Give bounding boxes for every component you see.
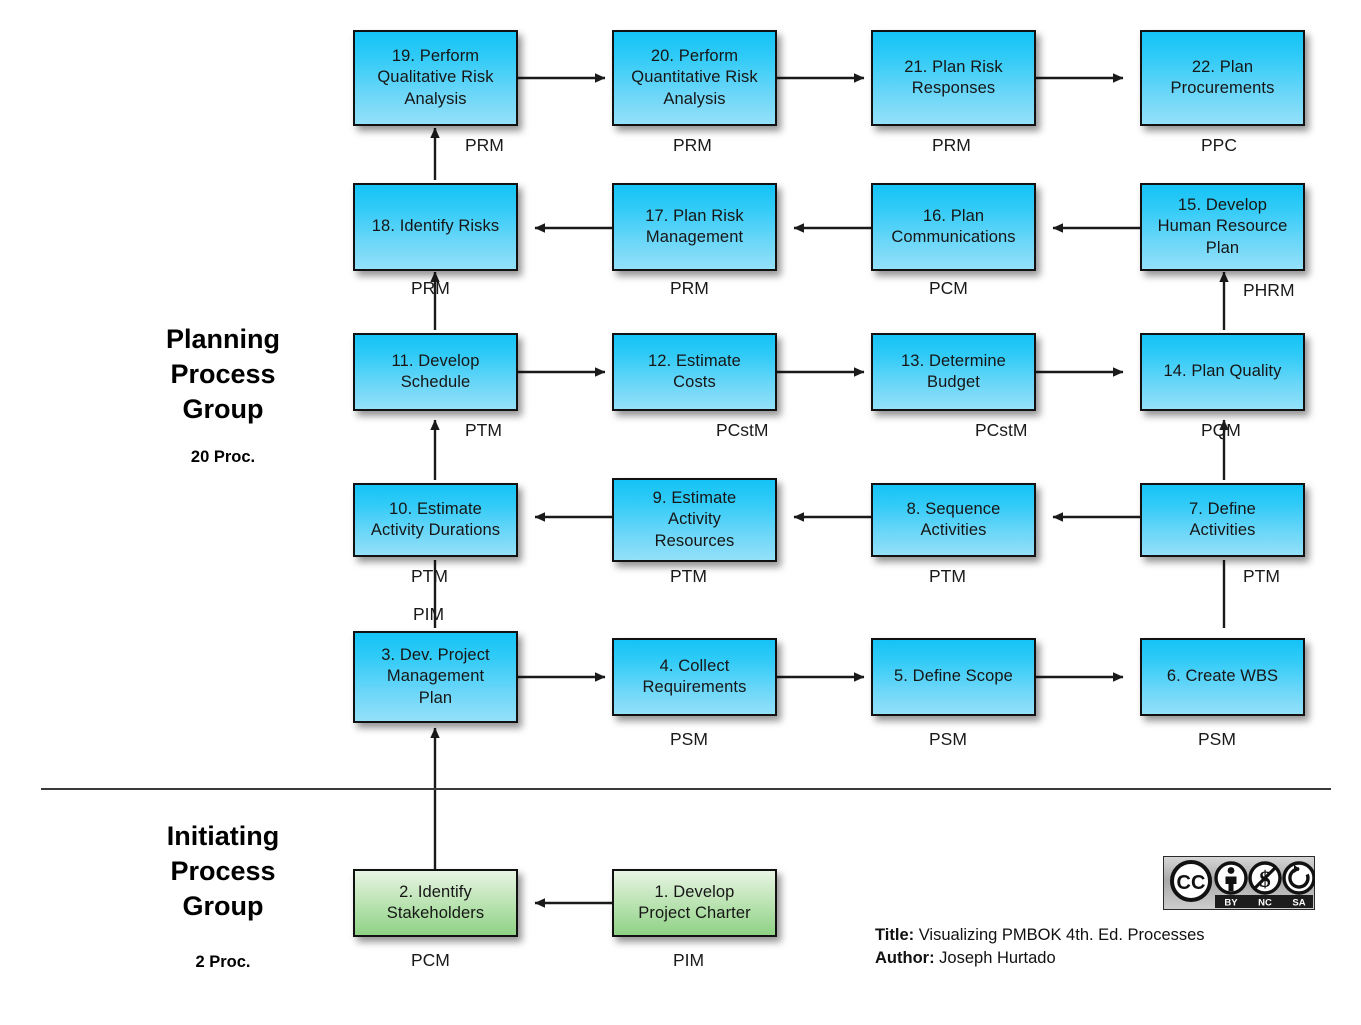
process-label-9: 9. Estimate Activity Resources xyxy=(652,488,737,550)
process-label-20: 20. Perform Quantitative Risk Analysis xyxy=(631,46,758,108)
process-box-3[interactable]: 3. Dev. Project Management Plan xyxy=(353,631,518,723)
ka-label-1: PIM xyxy=(673,950,705,970)
ka-label-4: PSM xyxy=(670,729,708,749)
planning-title-line-3: Group xyxy=(182,394,264,425)
process-label-5: 5. Define Scope xyxy=(894,667,1013,686)
ka-label-7: PTM xyxy=(1243,566,1280,586)
ka-label-18: PRM xyxy=(411,278,450,298)
document-title-line: Title: Visualizing PMBOK 4th. Ed. Proces… xyxy=(875,924,1205,947)
planning-process-count: 20 Proc. xyxy=(190,448,256,466)
ka-label-14: PQM xyxy=(1201,420,1241,440)
ka-label-9: PTM xyxy=(670,566,707,586)
initiating-process-group-title: Initiating Process Group xyxy=(108,819,338,924)
process-box-4[interactable]: 4. Collect Requirements xyxy=(612,638,777,716)
process-box-11[interactable]: 11. Develop Schedule xyxy=(353,333,518,411)
ka-label-19: PRM xyxy=(465,135,504,155)
ka-label-12: PCstM xyxy=(716,420,769,440)
diagram-canvas: Planning Process Group 20 Proc. Initiati… xyxy=(0,0,1361,1025)
cc-sa-icon xyxy=(1282,861,1315,895)
document-title: Visualizing PMBOK 4th. Ed. Processes xyxy=(918,926,1205,944)
cc-by-icon xyxy=(1214,861,1248,895)
cc-term-nc: NC xyxy=(1258,898,1272,909)
cc-mark-icon: CC xyxy=(1170,860,1212,902)
process-label-12: 12. Estimate Costs xyxy=(648,351,741,391)
cc-term-by: BY xyxy=(1224,898,1238,909)
process-box-10[interactable]: 10. Estimate Activity Durations xyxy=(353,483,518,557)
process-label-7: 7. Define Activities xyxy=(1189,499,1256,539)
credits-block: Title: Visualizing PMBOK 4th. Ed. Proces… xyxy=(875,924,1205,971)
ka-label-17: PRM xyxy=(670,278,709,298)
process-label-17: 17. Plan Risk Management xyxy=(645,206,744,246)
ka-label-11: PTM xyxy=(465,420,502,440)
process-box-1[interactable]: 1. Develop Project Charter xyxy=(612,869,777,937)
process-label-6: 6. Create WBS xyxy=(1166,667,1279,686)
process-box-18[interactable]: 18. Identify Risks xyxy=(353,183,518,271)
initiating-process-count: 2 Proc. xyxy=(195,953,251,971)
process-box-20[interactable]: 20. Perform Quantitative Risk Analysis xyxy=(612,30,777,126)
process-label-11: 11. Develop Schedule xyxy=(391,351,480,391)
process-box-12[interactable]: 12. Estimate Costs xyxy=(612,333,777,411)
svg-text:CC: CC xyxy=(1177,872,1206,894)
process-label-15: 15. Develop Human Resource Plan xyxy=(1157,195,1288,257)
process-box-6[interactable]: 6. Create WBS xyxy=(1140,638,1305,716)
ka-label-16: PCM xyxy=(929,278,968,298)
process-label-3: 3. Dev. Project Management Plan xyxy=(381,645,490,707)
cc-nc-icon: $ xyxy=(1248,861,1282,895)
process-box-7[interactable]: 7. Define Activities xyxy=(1140,483,1305,557)
process-box-5[interactable]: 5. Define Scope xyxy=(871,638,1036,716)
process-box-8[interactable]: 8. Sequence Activities xyxy=(871,483,1036,557)
author-label: Author: xyxy=(875,949,935,968)
ka-label-10: PTM xyxy=(411,566,448,586)
process-box-2[interactable]: 2. Identify Stakeholders xyxy=(353,869,518,937)
planning-title-line-2: Process xyxy=(170,359,276,390)
process-box-19[interactable]: 19. Perform Qualitative Risk Analysis xyxy=(353,30,518,126)
ka-label-2: PCM xyxy=(411,950,450,970)
ka-label-3: PIM xyxy=(413,604,445,624)
document-author-line: Author: Joseph Hurtado xyxy=(875,947,1205,970)
process-label-1: 1. Develop Project Charter xyxy=(638,882,751,922)
process-label-19: 19. Perform Qualitative Risk Analysis xyxy=(377,46,494,108)
process-box-9[interactable]: 9. Estimate Activity Resources xyxy=(612,478,777,562)
initiating-title-line-3: Group xyxy=(182,891,264,922)
process-group-divider xyxy=(41,788,1331,790)
ka-label-20: PRM xyxy=(673,135,712,155)
ka-label-5: PSM xyxy=(929,729,967,749)
process-label-10: 10. Estimate Activity Durations xyxy=(370,499,501,539)
process-box-16[interactable]: 16. Plan Communications xyxy=(871,183,1036,271)
planning-title-line-1: Planning xyxy=(166,324,280,354)
ka-label-6: PSM xyxy=(1198,729,1236,749)
process-box-14[interactable]: 14. Plan Quality xyxy=(1140,333,1305,411)
ka-label-22: PPC xyxy=(1201,135,1237,155)
planning-process-group-title: Planning Process Group xyxy=(108,322,338,427)
title-label: Title: xyxy=(875,926,915,944)
cc-term-sa: SA xyxy=(1292,898,1305,909)
process-label-18: 18. Identify Risks xyxy=(371,217,500,236)
cc-by-nc-sa-badge[interactable]: CC $ BY NC SA xyxy=(1163,856,1315,910)
process-label-16: 16. Plan Communications xyxy=(891,206,1016,246)
ka-label-21: PRM xyxy=(932,135,971,155)
process-box-21[interactable]: 21. Plan Risk Responses xyxy=(871,30,1036,126)
process-box-17[interactable]: 17. Plan Risk Management xyxy=(612,183,777,271)
ka-label-8: PTM xyxy=(929,566,966,586)
process-label-13: 13. Determine Budget xyxy=(901,351,1006,391)
process-label-4: 4. Collect Requirements xyxy=(642,656,747,696)
ka-label-15: PHRM xyxy=(1243,280,1295,300)
initiating-title-line-1: Initiating xyxy=(166,821,280,851)
process-box-22[interactable]: 22. Plan Procurements xyxy=(1140,30,1305,126)
process-label-14: 14. Plan Quality xyxy=(1163,362,1282,381)
ka-label-13: PCstM xyxy=(975,420,1028,440)
process-box-15[interactable]: 15. Develop Human Resource Plan xyxy=(1140,183,1305,271)
initiating-title-line-2: Process xyxy=(170,856,276,887)
document-author: Joseph Hurtado xyxy=(939,949,1056,968)
process-label-22: 22. Plan Procurements xyxy=(1170,57,1275,97)
process-label-8: 8. Sequence Activities xyxy=(906,499,1001,539)
process-label-2: 2. Identify Stakeholders xyxy=(386,882,485,922)
process-box-13[interactable]: 13. Determine Budget xyxy=(871,333,1036,411)
process-label-21: 21. Plan Risk Responses xyxy=(904,57,1003,97)
